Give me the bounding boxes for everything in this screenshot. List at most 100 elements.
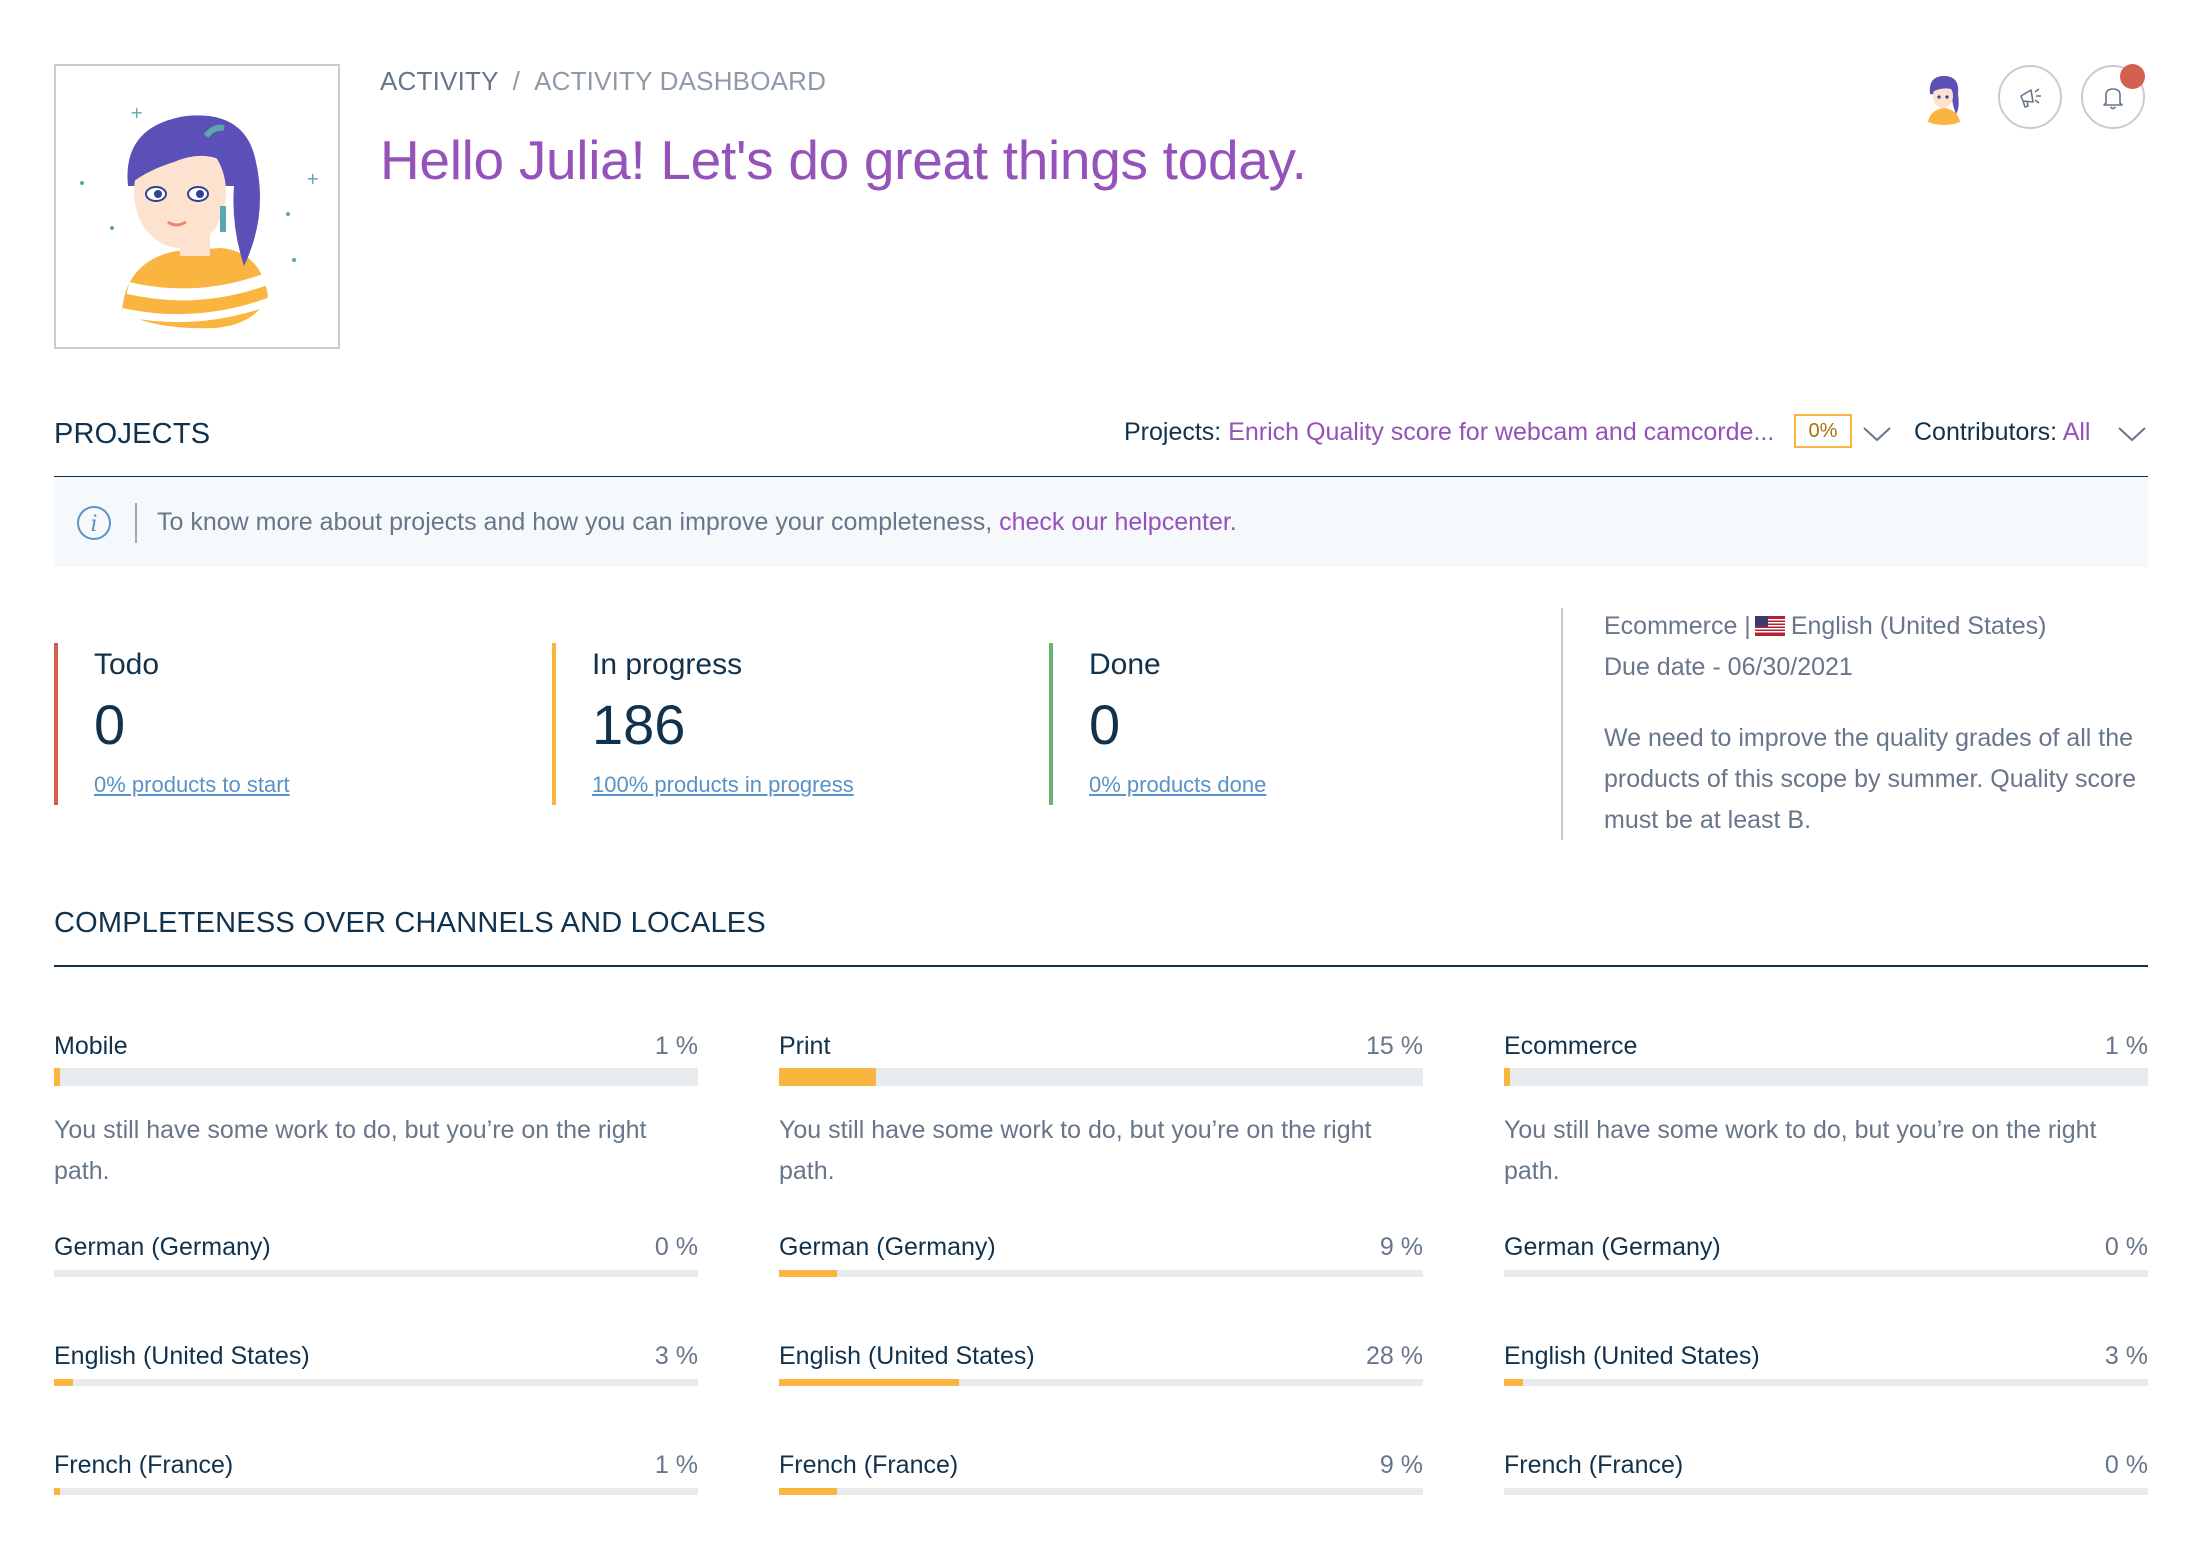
stat-label: Todo (94, 648, 160, 681)
stat-label: In progress (592, 648, 743, 681)
projects-section-title: PROJECTS (54, 418, 211, 450)
helpcenter-link[interactable]: check our helpcenter. (999, 508, 1237, 536)
megaphone-icon (2020, 88, 2041, 108)
channel-progress-track (1504, 1068, 2148, 1086)
avatar-icon (1928, 76, 1960, 125)
channel-percent: 1 % (654, 1032, 698, 1060)
stat-link[interactable]: 0% products done (1089, 772, 1266, 798)
stat-link[interactable]: 0% products to start (94, 772, 290, 798)
contributors-selector-label: Contributors: (1914, 418, 2058, 446)
locale-name: German (Germany) (54, 1233, 271, 1261)
locale-percent: 0 % (2104, 1451, 2148, 1479)
channel-progress-fill (779, 1068, 876, 1086)
stat-color-bar (552, 643, 556, 805)
stat-value: 0 (1089, 693, 1121, 756)
julia-illustration: + + (80, 103, 319, 329)
contributors-chevron-down-icon[interactable] (2117, 424, 2147, 444)
svg-text:+: + (130, 103, 143, 122)
announcements-button[interactable] (1998, 65, 2062, 129)
stat-value: 0 (94, 693, 126, 756)
channel-row: Mobile 1 % (54, 1032, 698, 1061)
locale-progress-track (1504, 1379, 2148, 1386)
locale-name: German (Germany) (1504, 1233, 1721, 1261)
locale-progress-track (54, 1379, 698, 1386)
contributors-selector-value[interactable]: All (2063, 418, 2091, 446)
locale-progress-track (54, 1270, 698, 1277)
project-locale: English (United States) (1790, 612, 2047, 640)
locale-progress-fill (54, 1379, 74, 1386)
project-due-date: Due date - 06/30/2021 (1604, 653, 1853, 681)
project-selector[interactable]: Projects: Enrich Quality score for webca… (1124, 418, 1774, 447)
channel-progress-track (54, 1068, 698, 1086)
stat-color-bar (54, 643, 58, 805)
svg-text:i: i (90, 512, 97, 537)
project-selector-value[interactable]: Enrich Quality score for webcam and camc… (1228, 418, 1774, 446)
channel-message: You still have some work to do, but you’… (54, 1116, 647, 1185)
info-text-body: To know more about projects and how you … (157, 508, 993, 536)
locale-progress-track (1504, 1270, 2148, 1277)
stat-link[interactable]: 100% products in progress (592, 772, 854, 798)
notification-badge (2120, 64, 2145, 89)
channel-progress-track (779, 1068, 1423, 1086)
locale-progress-fill (779, 1270, 837, 1277)
breadcrumb-activity[interactable]: ACTIVITY (380, 66, 499, 96)
locale-progress-track (779, 1270, 1423, 1277)
locale-percent: 1 % (654, 1451, 698, 1479)
info-separator (135, 503, 137, 543)
channel-message: You still have some work to do, but you’… (779, 1116, 1372, 1185)
project-info-divider (1561, 608, 1563, 840)
locale-progress-track (54, 1488, 698, 1495)
locale-row: German (Germany) 0 % (54, 1233, 698, 1262)
locale-row: English (United States) 28 % (779, 1342, 1423, 1371)
project-completeness-badge: 0% (1794, 414, 1852, 448)
svg-text:+: + (306, 169, 319, 188)
stat-value: 186 (592, 693, 686, 756)
locale-row: English (United States) 3 % (1504, 1342, 2148, 1371)
locale-percent: 0 % (654, 1233, 698, 1261)
user-illustration: + + (54, 64, 340, 349)
channel-percent: 1 % (2104, 1032, 2148, 1060)
locale-progress-fill (1504, 1379, 1524, 1386)
breadcrumb-activity-dashboard: ACTIVITY DASHBOARD (534, 66, 827, 96)
info-icon: i (77, 506, 111, 540)
user-avatar[interactable] (1914, 70, 1974, 130)
locale-percent: 0 % (2104, 1233, 2148, 1261)
locale-progress-track (1504, 1488, 2148, 1495)
locale-name: German (Germany) (779, 1233, 996, 1261)
project-selector-label: Projects: (1124, 418, 1222, 446)
contributors-selector[interactable]: Contributors: All (1914, 418, 2091, 447)
channel-name: Mobile (54, 1032, 128, 1060)
completeness-divider (54, 965, 2148, 967)
channel-message: You still have some work to do, but you’… (1504, 1116, 2097, 1185)
locale-percent: 9 % (1379, 1451, 1423, 1479)
locale-row: German (Germany) 9 % (779, 1233, 1423, 1262)
bell-icon (2103, 88, 2123, 110)
locale-progress-track (779, 1379, 1423, 1386)
channel-row: Ecommerce 1 % (1504, 1032, 2148, 1061)
locale-name: French (France) (779, 1451, 959, 1479)
locale-row: French (France) 9 % (779, 1451, 1423, 1480)
locale-name: English (United States) (54, 1342, 310, 1370)
locale-progress-fill (54, 1488, 61, 1495)
channel-percent: 15 % (1366, 1032, 1423, 1060)
locale-percent: 28 % (1366, 1342, 1423, 1370)
stat-label: Done (1089, 648, 1161, 681)
channel-progress-fill (1504, 1068, 1511, 1086)
page-title: Hello Julia! Let's do great things today… (380, 129, 1307, 191)
locale-percent: 3 % (654, 1342, 698, 1370)
channel-name: Print (779, 1032, 831, 1060)
project-channel: Ecommerce | (1604, 612, 1751, 640)
channel-progress-fill (54, 1068, 61, 1086)
project-channel-locale: Ecommerce | English (United States) (1604, 612, 2047, 641)
channel-row: Print 15 % (779, 1032, 1423, 1061)
locale-row: English (United States) 3 % (54, 1342, 698, 1371)
locale-progress-fill (779, 1488, 837, 1495)
locale-name: English (United States) (779, 1342, 1035, 1370)
locale-percent: 3 % (2104, 1342, 2148, 1370)
us-flag-icon (1754, 616, 1785, 636)
project-description: We need to improve the quality grades of… (1604, 724, 2137, 834)
locale-row: German (Germany) 0 % (1504, 1233, 2148, 1262)
project-chevron-down-icon[interactable] (1862, 424, 1892, 444)
stat-color-bar (1049, 643, 1053, 805)
locale-name: English (United States) (1504, 1342, 1760, 1370)
